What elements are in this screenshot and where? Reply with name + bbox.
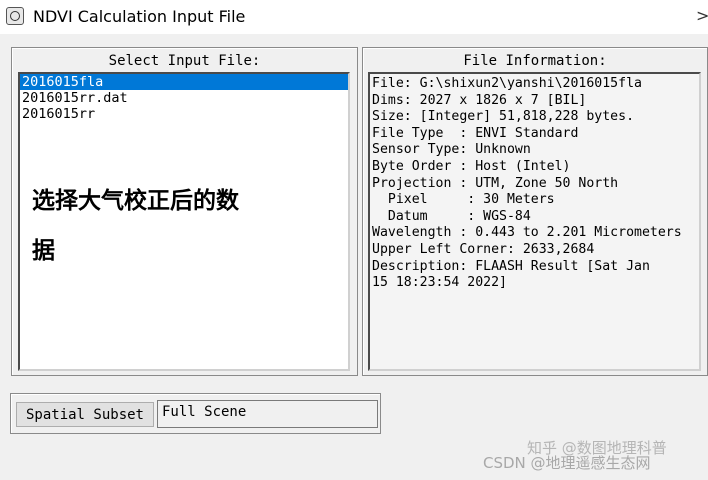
window-title: NDVI Calculation Input File (33, 7, 246, 26)
close-icon[interactable]: > (696, 8, 708, 24)
file-list-item[interactable]: 2016015fla (20, 74, 348, 90)
file-list-item[interactable]: 2016015rr (20, 106, 348, 122)
spatial-subset-value: Full Scene (157, 400, 378, 428)
spatial-subset-button[interactable]: Spatial Subset (16, 402, 154, 427)
file-information-label: File Information: (463, 53, 607, 69)
info-line: Sensor Type: Unknown (372, 142, 531, 158)
title-bar: NDVI Calculation Input File > (0, 0, 708, 34)
info-line: Dims: 2027 x 1826 x 7 [BIL] (372, 92, 587, 108)
info-line: Byte Order : Host (Intel) (372, 158, 571, 174)
select-input-label: Select Input File: (108, 53, 261, 69)
info-line: Size: [Integer] 51,818,228 bytes. (372, 109, 635, 125)
info-line: 15 18:23:54 2022] (372, 275, 507, 291)
info-line: Datum : WGS-84 (372, 208, 531, 224)
file-information-panel: File Information: File: G:\shixun2\yansh… (362, 47, 708, 376)
info-line: Upper Left Corner: 2633,2684 (372, 241, 595, 257)
annotation-text: 据 (32, 238, 55, 264)
file-information-text: File: G:\shixun2\yanshi\2016015fla Dims:… (368, 72, 701, 371)
info-line: Description: FLAASH Result [Sat Jan (372, 258, 650, 274)
file-list[interactable]: 2016015fla 2016015rr.dat 2016015rr 选择大气校… (18, 72, 350, 371)
file-list-item[interactable]: 2016015rr.dat (20, 90, 348, 106)
annotation-text: 选择大气校正后的数 (32, 188, 239, 214)
select-input-panel: Select Input File: 2016015fla 2016015rr.… (11, 47, 358, 376)
spatial-subset-panel: Spatial Subset Full Scene (10, 393, 381, 434)
info-line: Projection : UTM, Zone 50 North (372, 175, 619, 191)
watermark-csdn: CSDN @地理遥感生态网 (483, 454, 651, 472)
info-line: Wavelength : 0.443 to 2.201 Micrometers (372, 225, 682, 241)
info-line: File Type : ENVI Standard (372, 125, 579, 141)
info-line: File: G:\shixun2\yanshi\2016015fla (372, 76, 642, 91)
app-icon (6, 7, 24, 25)
info-line: Pixel : 30 Meters (372, 192, 555, 208)
